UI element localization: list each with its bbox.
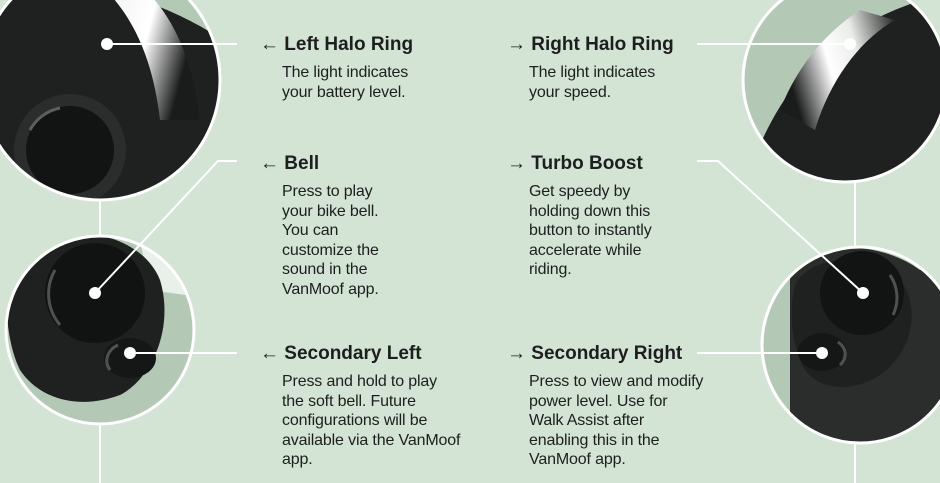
arrow-left-icon: ← [260, 343, 279, 364]
secondary-right-description: Press to view and modify power level. Us… [529, 373, 704, 469]
arrow-right-icon: → [507, 34, 526, 55]
dot-turbo [857, 287, 869, 299]
label-bell: ← Bell Press to play your bike bell. You… [260, 153, 460, 300]
dot-secondary-right [816, 347, 828, 359]
turbo-boost-description: Get speedy by holding down this button t… [529, 183, 652, 279]
bell-title: ← Bell [260, 153, 320, 174]
right-halo-ring-title: → Right Halo Ring [507, 34, 674, 55]
right-halo-ring-description: The light indicates your speed. [529, 64, 656, 101]
vertical-connectors [99, 180, 856, 483]
turbo-boost-title: → Turbo Boost [507, 153, 643, 174]
dot-secondary-left [124, 347, 136, 359]
arrow-left-icon: ← [260, 153, 279, 174]
left-halo-ring-description: The light indicates your battery level. [282, 64, 409, 101]
dot-left-halo [101, 38, 113, 50]
dot-right-halo [844, 38, 856, 50]
label-right-halo-ring: → Right Halo Ring The light indicates yo… [507, 34, 707, 102]
arrow-right-icon: → [507, 153, 526, 174]
arrow-right-icon: → [507, 343, 526, 364]
left-buttons-closeup [4, 234, 196, 426]
label-secondary-left: ← Secondary Left Press and hold to play … [260, 343, 460, 470]
secondary-left-description: Press and hold to play the soft bell. Fu… [282, 373, 461, 469]
label-left-halo-ring: ← Left Halo Ring The light indicates you… [260, 34, 460, 102]
label-secondary-right: → Secondary Right Press to view and modi… [507, 343, 707, 470]
arrow-left-icon: ← [260, 34, 279, 55]
left-halo-ring-title: ← Left Halo Ring [260, 34, 414, 55]
bell-description: Press to play your bike bell. You can cu… [282, 183, 379, 298]
right-halo-closeup [741, 0, 940, 184]
diagram-illustration [0, 0, 940, 483]
secondary-right-title: → Secondary Right [507, 343, 683, 364]
dot-bell [89, 287, 101, 299]
secondary-left-title: ← Secondary Left [260, 343, 422, 364]
left-halo-closeup [0, 0, 222, 202]
label-turbo-boost: → Turbo Boost Get speedy by holding down… [507, 153, 707, 280]
